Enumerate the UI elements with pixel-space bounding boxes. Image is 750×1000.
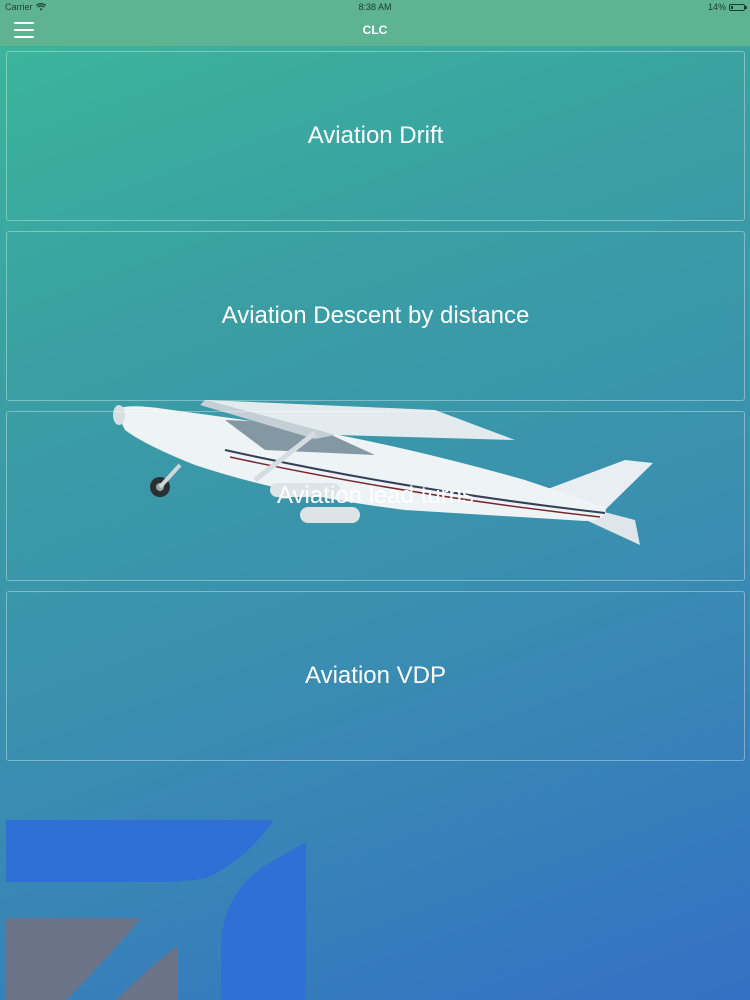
nav-bar: CLC [0,14,750,46]
battery-icon [729,3,747,11]
app-logo-graphic [6,820,306,1000]
menu-item-aviation-descent-by-distance[interactable]: Aviation Descent by distance [6,231,745,401]
status-time: 8:38 AM [358,2,392,12]
menu-item-label: Aviation Drift [307,122,444,149]
menu-item-aviation-drift[interactable]: Aviation Drift [6,51,745,221]
menu-item-label: Aviation Descent by distance [221,302,530,329]
menu-item-label: Aviation VDP [305,662,446,689]
menu-item-aviation-vdp[interactable]: Aviation VDP [6,591,745,761]
menu-item-aviation-lead-turns[interactable]: Aviation lead turns [6,411,745,581]
status-bar: Carrier 8:38 AM 14% [0,0,750,14]
menu-item-label: Aviation lead turns [276,482,474,509]
battery-level-fill [731,5,733,9]
battery-percent: 14% [707,2,726,12]
page-title: CLC [362,23,388,37]
status-battery: 14% [707,2,747,12]
menu-list: Aviation Drift Aviation Descent by dista… [6,51,745,771]
